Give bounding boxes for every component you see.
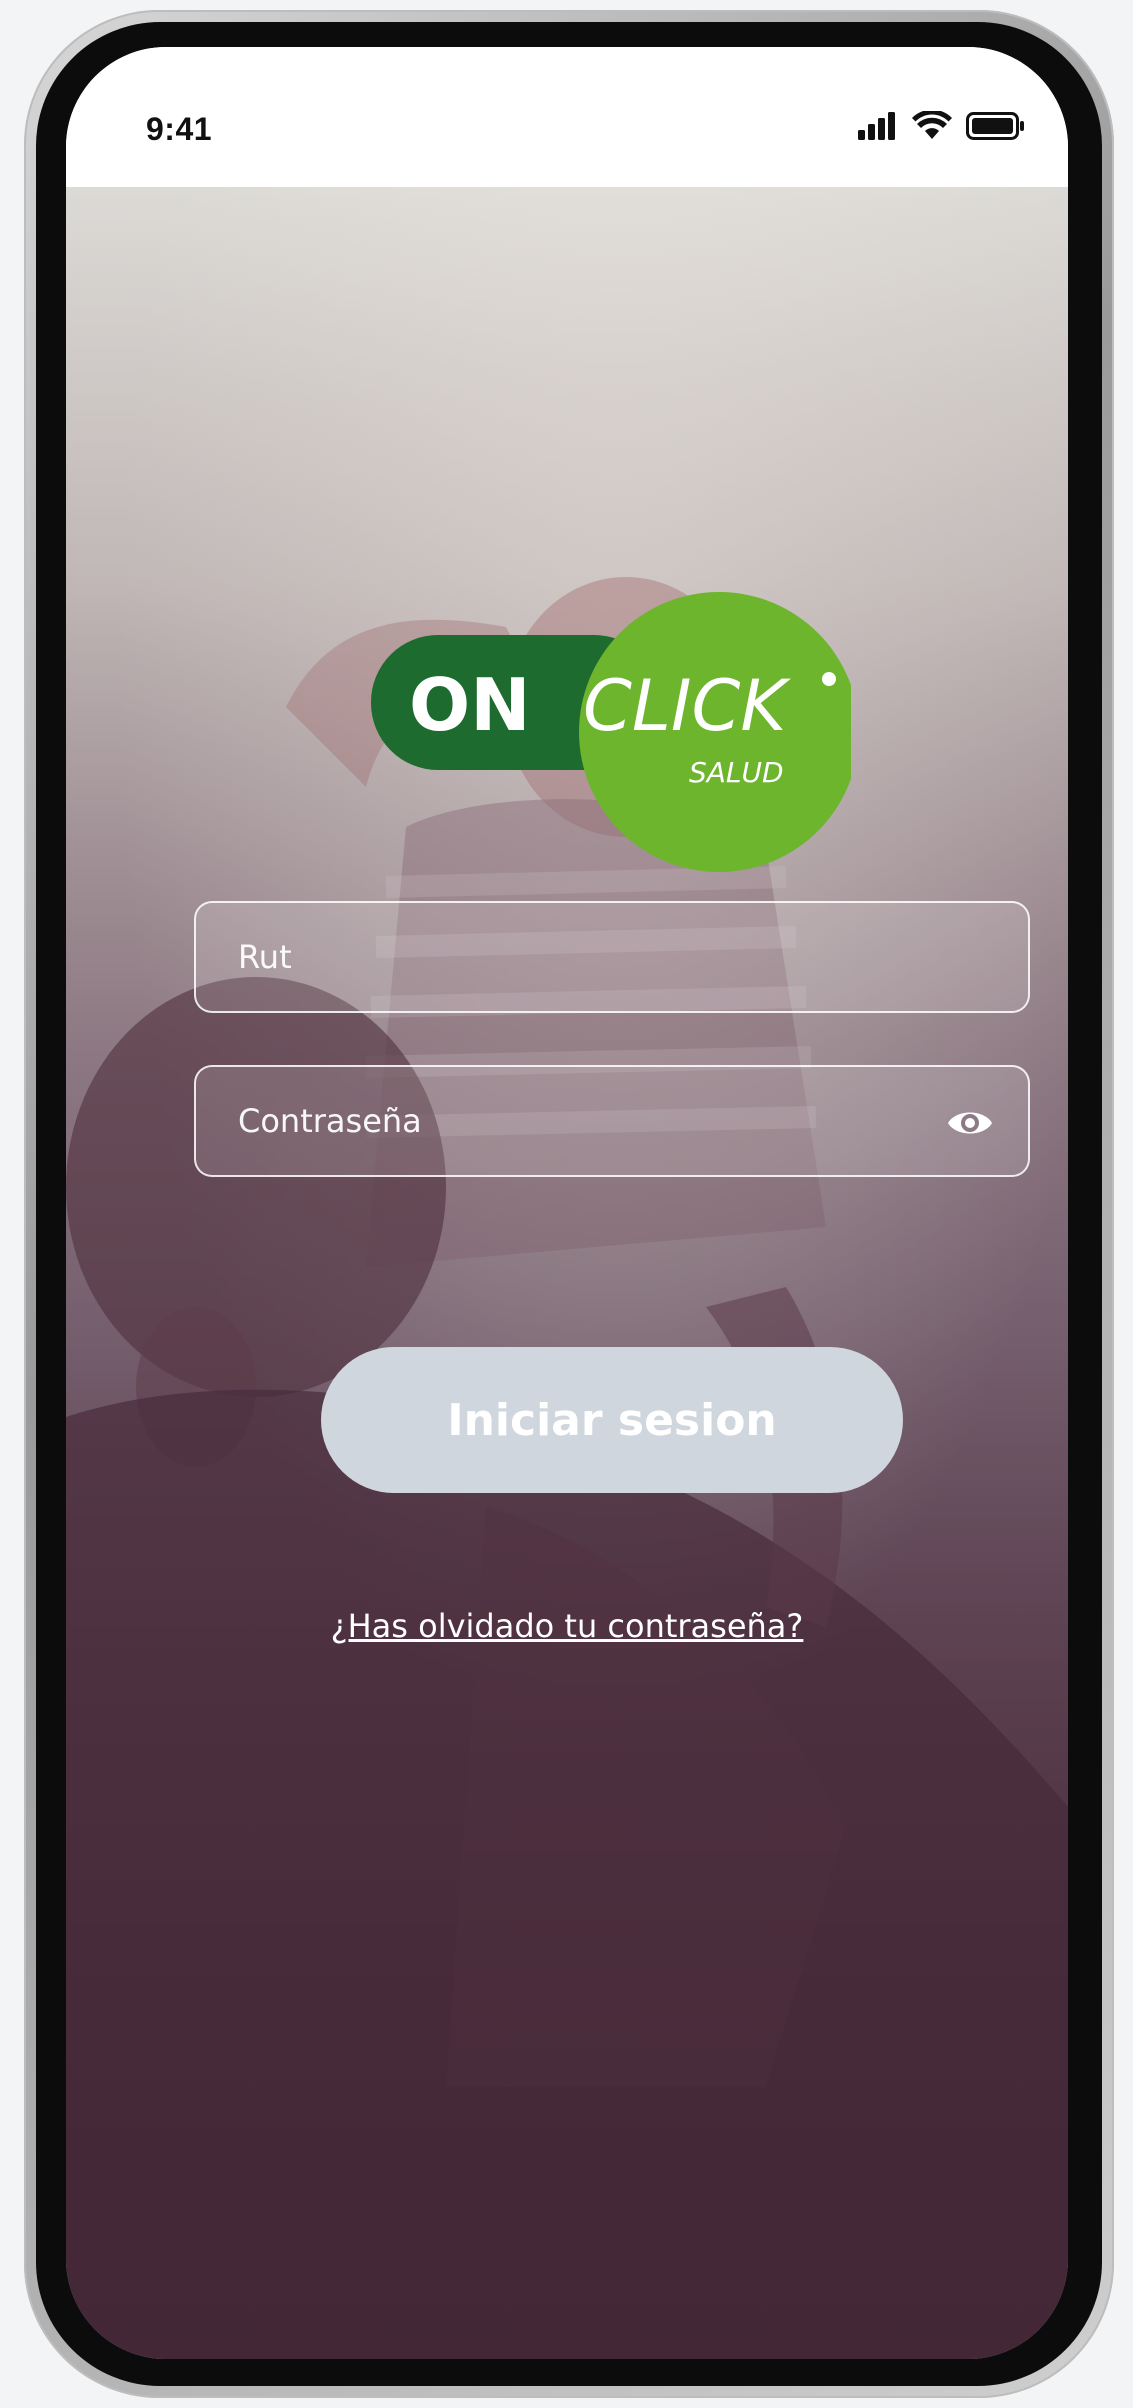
- background-photo: ON CLICK SALUD Iniciar sesion ¿Has olvid…: [66, 187, 1068, 2359]
- logo-on-text: ON: [409, 663, 530, 747]
- status-bar: 9:41: [66, 47, 1068, 187]
- forgot-password-link[interactable]: ¿Has olvidado tu contraseña?: [66, 1607, 1068, 1645]
- rut-field[interactable]: [194, 901, 1030, 1013]
- logo-salud-text: SALUD: [689, 756, 784, 789]
- status-time: 9:41: [146, 111, 213, 147]
- eye-icon[interactable]: [946, 1101, 994, 1145]
- onclick-salud-logo: ON CLICK SALUD: [371, 592, 851, 872]
- logo-click-text: CLICK: [583, 665, 791, 747]
- login-button[interactable]: Iniciar sesion: [321, 1347, 903, 1493]
- phone-screen: 9:41 ON CLICK SALUD Rut Iniciar sesion ¿…: [66, 47, 1068, 2359]
- password-input[interactable]: [196, 1067, 1028, 1175]
- background-scene: [66, 187, 1068, 2359]
- cellular-signal-icon: [858, 112, 895, 140]
- rut-input[interactable]: [196, 903, 1028, 1011]
- status-icons: [858, 111, 1026, 141]
- password-field[interactable]: [194, 1065, 1030, 1177]
- wifi-icon: [912, 111, 952, 139]
- battery-icon: [966, 112, 1024, 140]
